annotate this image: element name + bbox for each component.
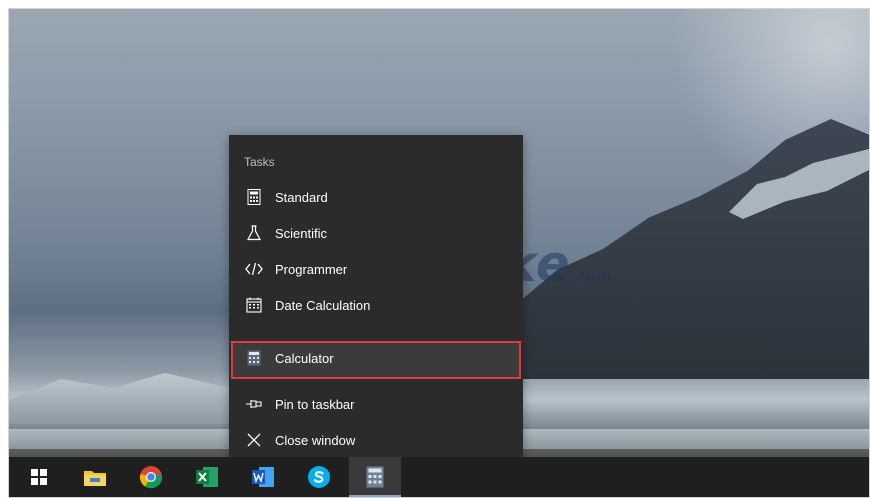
tasks-section-title: Tasks bbox=[244, 155, 275, 169]
task-standard-label: Standard bbox=[275, 189, 328, 205]
calculator-icon[interactable] bbox=[349, 457, 401, 497]
skype-icon[interactable] bbox=[293, 457, 345, 497]
calendar-icon bbox=[245, 296, 263, 314]
calculator-app-icon bbox=[245, 349, 263, 367]
task-programmer[interactable]: Programmer bbox=[229, 251, 523, 287]
calculator-label: Calculator bbox=[275, 350, 334, 366]
task-standard[interactable]: Standard bbox=[229, 179, 523, 215]
chrome-icon[interactable] bbox=[125, 457, 177, 497]
jump-list: Tasks Standard Scientific Programmer Dat… bbox=[229, 135, 523, 457]
excel-icon[interactable] bbox=[181, 457, 233, 497]
task-date-calculation-label: Date Calculation bbox=[275, 297, 371, 313]
pin-to-taskbar[interactable]: Pin to taskbar bbox=[229, 386, 523, 422]
file-explorer-icon[interactable] bbox=[69, 457, 121, 497]
task-date-calculation[interactable]: Date Calculation bbox=[229, 287, 523, 323]
taskbar bbox=[9, 457, 869, 497]
close-window[interactable]: Close window bbox=[229, 422, 523, 458]
pin-to-taskbar-label: Pin to taskbar bbox=[275, 396, 355, 412]
task-scientific[interactable]: Scientific bbox=[229, 215, 523, 251]
task-programmer-label: Programmer bbox=[275, 261, 348, 277]
watermark-suffix: .com bbox=[570, 269, 613, 285]
windows-start-icon[interactable] bbox=[13, 457, 65, 497]
close-window-label: Close window bbox=[275, 432, 356, 448]
standard-calculator-icon bbox=[245, 188, 263, 206]
code-icon bbox=[245, 260, 263, 278]
open-calculator[interactable]: Calculator bbox=[229, 340, 523, 376]
word-icon[interactable] bbox=[237, 457, 289, 497]
flask-icon bbox=[245, 224, 263, 242]
pin-icon bbox=[245, 395, 263, 413]
task-scientific-label: Scientific bbox=[275, 225, 328, 241]
desktop: TipsMake.com Tasks Standard Sci bbox=[8, 8, 870, 498]
close-icon bbox=[245, 431, 263, 449]
